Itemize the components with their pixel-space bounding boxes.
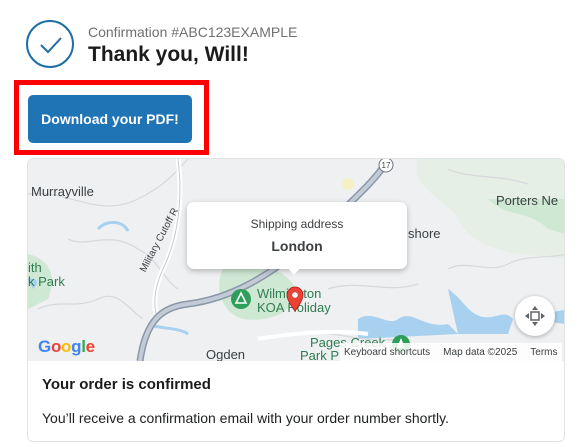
map-label-park-2: k Park: [28, 274, 65, 289]
confirmation-number: Confirmation #ABC123EXAMPLE: [88, 24, 298, 40]
keyboard-shortcuts-link[interactable]: Keyboard shortcuts: [344, 347, 430, 358]
order-card: 17 Murrayville Porters Ne shore ith k Pa…: [27, 158, 565, 442]
map-data-text: Map data ©2025: [443, 346, 518, 358]
map-label-porters-neck: Porters Ne: [496, 193, 559, 208]
download-pdf-button[interactable]: Download your PDF!: [28, 95, 192, 143]
order-confirmed-title: Your order is confirmed: [42, 376, 211, 393]
page-title: Thank you, Will!: [88, 43, 249, 66]
map-pin-icon: [286, 286, 304, 312]
route-badge: 17: [382, 161, 391, 170]
tooltip-tail: [287, 267, 301, 275]
recenter-icon: [525, 306, 545, 326]
terms-link[interactable]: Terms: [530, 347, 557, 358]
confirmation-header: Confirmation #ABC123EXAMPLE Thank you, W…: [26, 20, 546, 70]
map-label-park-1: ith: [28, 260, 42, 275]
map-label-pages-creek-2: Park P: [300, 348, 340, 361]
map-label-murrayville: Murrayville: [31, 184, 94, 199]
map-label-shore: shore: [408, 226, 441, 241]
map-label-ogden: Ogden: [206, 347, 246, 361]
order-confirmed-message: You’ll receive a confirmation email with…: [42, 410, 449, 426]
checkmark-circle-icon: [26, 20, 74, 68]
shipping-map[interactable]: 17 Murrayville Porters Ne shore ith k Pa…: [28, 159, 564, 361]
tooltip-title: Shipping address: [250, 217, 344, 231]
map-attribution: Keyboard shortcuts Map data ©2025 Terms: [340, 343, 562, 361]
recenter-button[interactable]: [515, 296, 555, 336]
tooltip-address: London: [271, 238, 323, 254]
shipping-address-tooltip: Shipping address London: [187, 202, 407, 269]
google-logo: Google: [38, 337, 95, 356]
